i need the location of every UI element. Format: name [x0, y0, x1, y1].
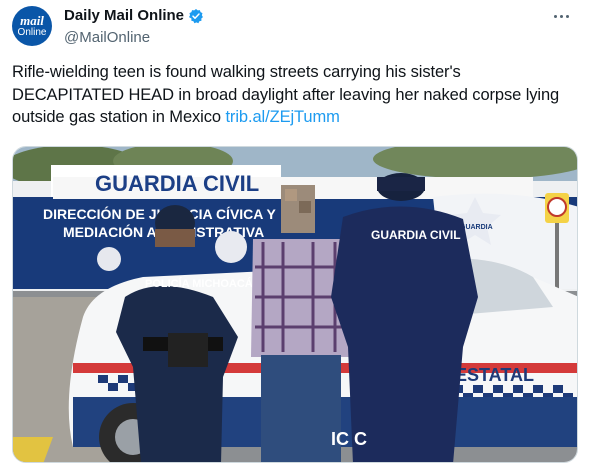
- avatar[interactable]: mail Online: [12, 6, 52, 46]
- avatar-logo-online: Online: [17, 27, 47, 38]
- tweet-link[interactable]: trib.al/ZEjTumm: [225, 108, 339, 126]
- officer-left-patch: POLICÍA MICHOACÁN: [145, 277, 261, 290]
- tweet-photo[interactable]: GUARDIA CIVIL DIRECCIÓN DE JUSTICIA CÍVI…: [12, 146, 578, 463]
- account-name-row: Daily Mail Online: [64, 7, 204, 24]
- car-estatal-text: ESTATAL: [455, 365, 534, 385]
- avatar-logo-mail: mail: [20, 13, 44, 28]
- more-options-icon[interactable]: [549, 6, 573, 26]
- building-sign-text: GUARDIA CIVIL: [95, 171, 259, 196]
- tweet-text: Rifle-wielding teen is found walking str…: [12, 61, 577, 129]
- display-name[interactable]: Daily Mail Online: [64, 7, 184, 24]
- car-bottom-text: IC C: [331, 429, 367, 449]
- officer-right: [331, 206, 478, 462]
- emblem-left-icon: [97, 247, 121, 271]
- emblem-center-icon: [215, 231, 247, 263]
- account-handle[interactable]: @MailOnline: [64, 29, 150, 46]
- tweet-card[interactable]: mail Online Daily Mail Online @MailOnlin…: [0, 0, 591, 473]
- officer-right-back-text: GUARDIA CIVIL: [371, 228, 461, 242]
- verified-badge-icon: [188, 8, 204, 24]
